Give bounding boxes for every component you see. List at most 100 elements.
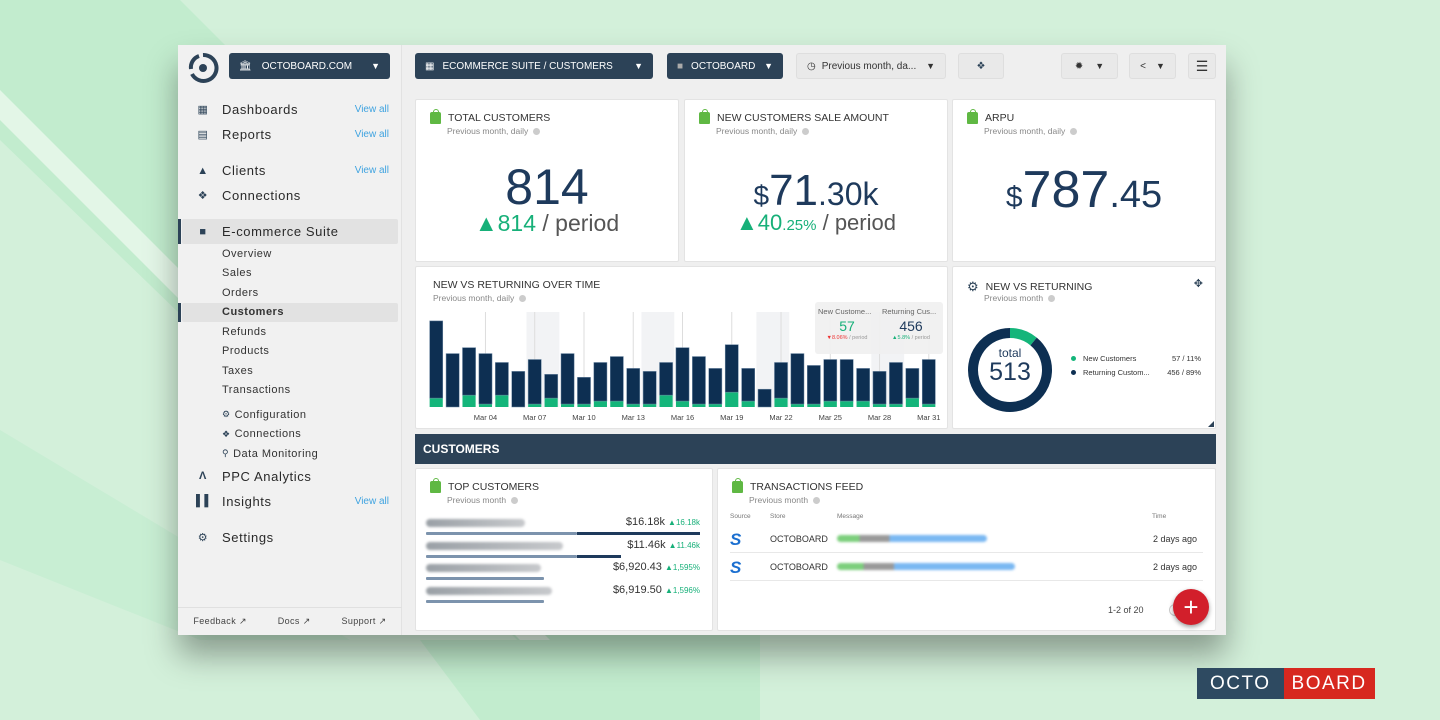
sidebar-item-connections[interactable]: ❖ Connections: [178, 183, 402, 208]
octoboard-logo-icon[interactable]: [187, 52, 219, 84]
bar-returning-customers[interactable]: [921, 359, 936, 405]
theme-button[interactable]: ✹ ▼: [1061, 53, 1118, 79]
info-icon[interactable]: [813, 497, 821, 505]
bar-new-customers[interactable]: [626, 404, 640, 407]
bar-new-customers[interactable]: [429, 398, 443, 407]
bar-new-customers[interactable]: [889, 404, 903, 407]
info-icon[interactable]: [1048, 295, 1056, 303]
account-select[interactable]: 🏛 OCTOBOARD.COM ▼: [229, 53, 390, 79]
info-icon[interactable]: [802, 128, 810, 136]
insights-view-all-link[interactable]: View all: [355, 496, 389, 507]
list-item[interactable]: $6,919.50 ▲1,596%: [426, 584, 700, 609]
dashboard-select[interactable]: ▦ ECOMMERCE SUITE / CUSTOMERS ▼: [415, 53, 653, 79]
bar-returning-customers[interactable]: [659, 362, 673, 396]
bar-returning-customers[interactable]: [577, 377, 591, 405]
bar-new-customers[interactable]: [495, 395, 509, 407]
sidebar-subitem-data-monitoring[interactable]: ⚲ Data Monitoring: [178, 444, 402, 464]
bar-new-customers[interactable]: [725, 392, 739, 407]
bar-new-customers[interactable]: [659, 395, 673, 407]
sidebar-item-insights[interactable]: ▌▌ Insights View all: [178, 489, 402, 514]
bar-new-customers[interactable]: [741, 401, 755, 407]
bar-returning-customers[interactable]: [741, 368, 755, 402]
bar-returning-customers[interactable]: [774, 362, 788, 399]
sidebar-item-ecommerce-suite[interactable]: ■ E-commerce Suite: [178, 219, 398, 244]
bar-returning-customers[interactable]: [889, 362, 903, 405]
bar-new-customers[interactable]: [807, 404, 821, 407]
bar-new-customers[interactable]: [840, 401, 854, 407]
bar-returning-customers[interactable]: [757, 388, 772, 408]
sidebar-item-reports[interactable]: ▤ Reports View all: [178, 122, 402, 147]
bar-returning-customers[interactable]: [495, 362, 509, 396]
bar-new-customers[interactable]: [544, 398, 558, 407]
sidebar-subitem-orders[interactable]: Orders: [178, 283, 402, 303]
feedback-link[interactable]: Feedback ↗: [193, 616, 247, 627]
bar-new-customers[interactable]: [823, 401, 837, 407]
bar-new-customers[interactable]: [692, 404, 706, 407]
dashboards-view-all-link[interactable]: View all: [355, 104, 389, 115]
bar-new-customers[interactable]: [577, 404, 591, 407]
bar-new-customers[interactable]: [528, 404, 542, 407]
bar-new-customers[interactable]: [462, 395, 476, 407]
bar-returning-customers[interactable]: [790, 353, 805, 405]
sidebar-subitem-refunds[interactable]: Refunds: [178, 322, 402, 342]
connections-button[interactable]: ❖: [958, 53, 1004, 79]
bar-returning-customers[interactable]: [610, 356, 624, 402]
bar-new-customers[interactable]: [790, 404, 805, 407]
bar-new-customers[interactable]: [610, 401, 624, 407]
table-row[interactable]: S OCTOBOARD 2 days ago: [730, 525, 1203, 553]
info-icon[interactable]: [533, 128, 541, 136]
docs-link[interactable]: Docs ↗: [278, 616, 311, 627]
clients-view-all-link[interactable]: View all: [355, 165, 389, 176]
bar-returning-customers[interactable]: [856, 368, 870, 402]
bar-new-customers[interactable]: [675, 401, 690, 407]
sidebar-item-dashboards[interactable]: ▦ Dashboards View all: [178, 97, 402, 122]
sidebar-item-ppc-analytics[interactable]: Λ PPC Analytics: [178, 464, 402, 489]
bar-returning-customers[interactable]: [626, 368, 641, 405]
sidebar-subitem-configuration[interactable]: ⚙ Configuration: [178, 405, 402, 425]
bar-returning-customers[interactable]: [642, 371, 657, 405]
bar-new-customers[interactable]: [905, 398, 919, 407]
bar-returning-customers[interactable]: [905, 368, 920, 399]
info-icon[interactable]: [511, 497, 519, 505]
sidebar-subitem-overview[interactable]: Overview: [178, 244, 402, 264]
store-select[interactable]: ■ OCTOBOARD ▼: [667, 53, 783, 79]
bar-new-customers[interactable]: [560, 404, 575, 407]
sidebar-item-clients[interactable]: ▲ Clients View all: [178, 158, 402, 183]
bar-returning-customers[interactable]: [675, 347, 690, 402]
table-row[interactable]: S OCTOBOARD 2 days ago: [730, 553, 1203, 581]
bar-returning-customers[interactable]: [724, 344, 739, 393]
add-widget-button[interactable]: +: [1173, 589, 1209, 625]
bar-returning-customers[interactable]: [823, 359, 838, 402]
bar-returning-customers[interactable]: [478, 353, 493, 405]
bar-returning-customers[interactable]: [560, 353, 575, 405]
bar-returning-customers[interactable]: [445, 353, 460, 408]
bar-new-customers[interactable]: [478, 404, 493, 407]
info-icon[interactable]: [1070, 128, 1078, 136]
gear-icon[interactable]: ⚙: [967, 279, 979, 295]
bar-new-customers[interactable]: [774, 398, 788, 407]
bar-returning-customers[interactable]: [708, 368, 723, 405]
share-button[interactable]: < ▼: [1129, 53, 1176, 79]
bar-returning-customers[interactable]: [593, 362, 608, 402]
bar-returning-customers[interactable]: [807, 365, 821, 405]
legend-item-returning[interactable]: Returning Custom... 456 / 89%: [1071, 368, 1201, 377]
bar-new-customers[interactable]: [922, 404, 936, 407]
bar-returning-customers[interactable]: [527, 359, 542, 405]
bar-returning-customers[interactable]: [692, 356, 706, 405]
reports-view-all-link[interactable]: View all: [355, 129, 389, 140]
date-range-select[interactable]: ◷ Previous month, da... ▼: [796, 53, 946, 79]
bar-returning-customers[interactable]: [872, 371, 887, 405]
bar-new-customers[interactable]: [643, 404, 657, 407]
bar-returning-customers[interactable]: [839, 359, 854, 402]
sidebar-item-settings[interactable]: ⚙ Settings: [178, 525, 402, 550]
move-icon[interactable]: ✥: [1194, 277, 1203, 290]
support-link[interactable]: Support ↗: [341, 616, 386, 627]
bar-new-customers[interactable]: [856, 401, 870, 407]
resize-handle[interactable]: [1208, 421, 1214, 427]
bar-new-customers[interactable]: [593, 401, 607, 407]
sidebar-subitem-taxes[interactable]: Taxes: [178, 361, 402, 381]
bar-returning-customers[interactable]: [429, 320, 444, 399]
sidebar-subitem-sales[interactable]: Sales: [178, 264, 402, 284]
bar-returning-customers[interactable]: [462, 347, 476, 396]
sidebar-subitem-customers[interactable]: Customers: [178, 302, 398, 322]
